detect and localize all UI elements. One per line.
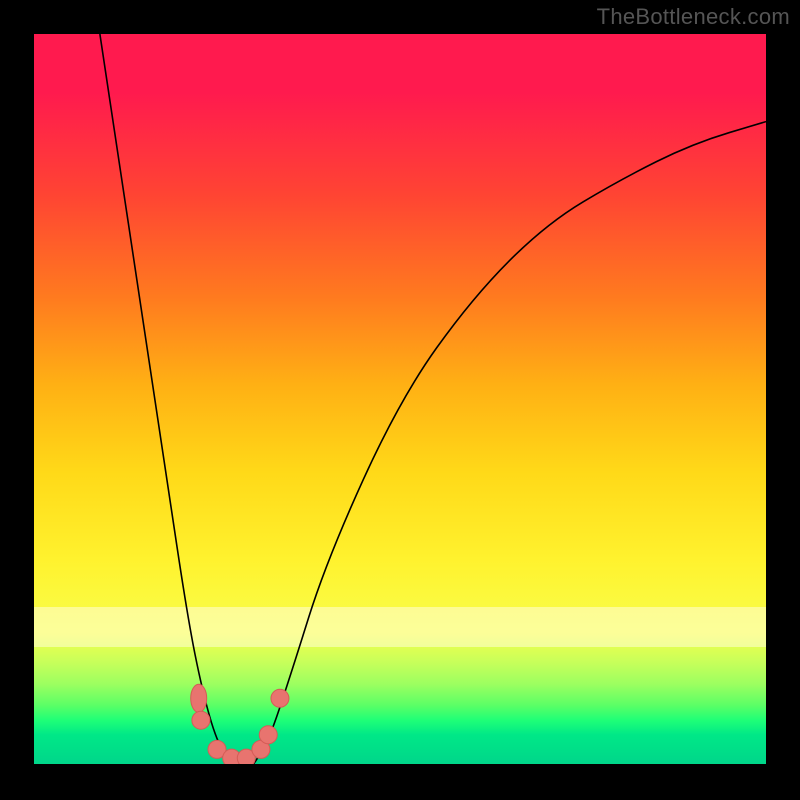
data-marker: [259, 726, 277, 744]
data-marker: [191, 684, 207, 712]
watermark-text: TheBottleneck.com: [597, 4, 790, 30]
data-marker: [271, 689, 289, 707]
chart-frame: TheBottleneck.com: [0, 0, 800, 800]
plot-area: [34, 34, 766, 764]
data-marker: [192, 711, 210, 729]
left-curve: [100, 34, 232, 764]
curves-svg: [34, 34, 766, 764]
right-curve: [254, 122, 766, 764]
